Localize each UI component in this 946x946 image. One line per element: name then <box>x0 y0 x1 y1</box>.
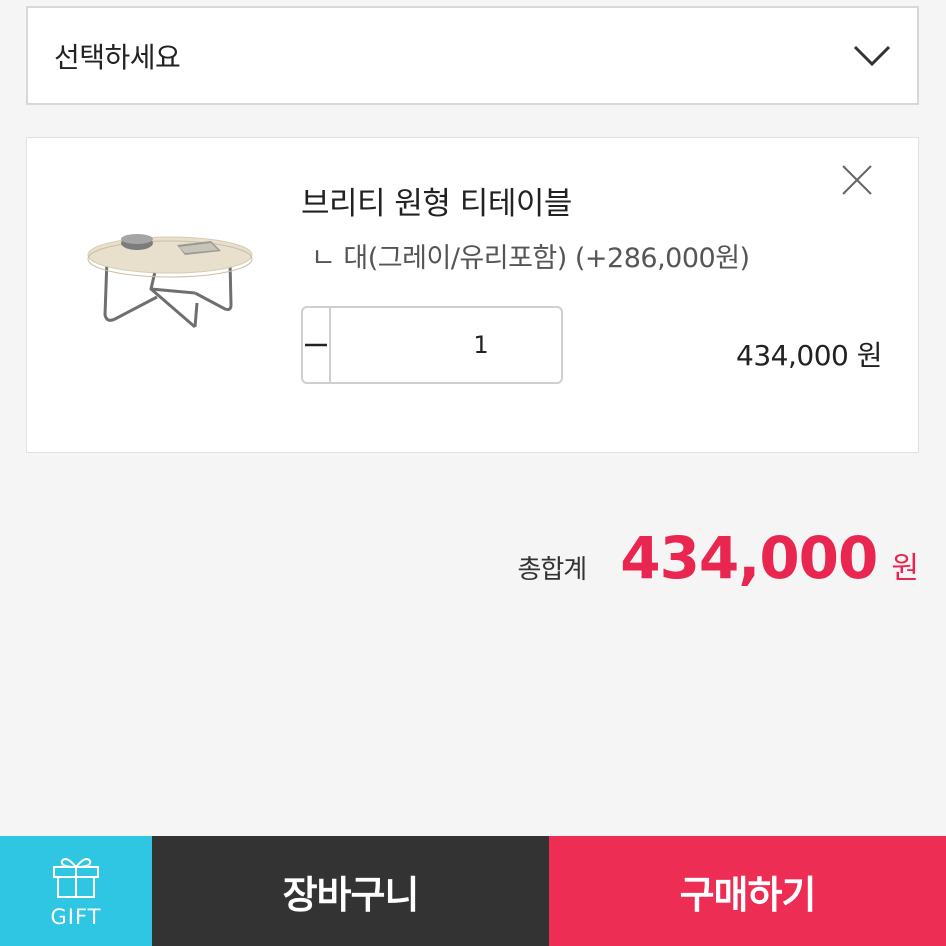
gift-icon <box>53 858 99 898</box>
add-to-cart-button[interactable]: 장바구니 <box>152 836 549 946</box>
minus-icon <box>305 343 327 347</box>
quantity-stepper <box>301 306 563 384</box>
close-icon <box>842 165 872 195</box>
buy-now-button[interactable]: 구매하기 <box>549 836 946 946</box>
item-price: 434,000 원 <box>736 339 882 372</box>
option-select-value: 선택하세요 <box>54 40 181 74</box>
product-option: ㄴ 대(그레이/유리포함) (+286,000원) <box>311 243 750 274</box>
product-name: 브리티 원형 티테이블 <box>301 186 572 222</box>
decrease-quantity-button[interactable] <box>303 308 331 382</box>
bottom-action-bar: GIFT 장바구니 구매하기 <box>0 836 946 946</box>
chevron-down-icon <box>853 45 891 67</box>
quantity-input[interactable] <box>331 308 561 382</box>
product-thumbnail <box>85 223 255 343</box>
order-total: 총합계 434,000 원 <box>517 524 919 592</box>
total-amount: 434,000 <box>620 524 878 592</box>
buy-button-label: 구매하기 <box>679 872 817 917</box>
total-label: 총합계 <box>517 555 587 585</box>
option-select[interactable]: 선택하세요 <box>26 6 919 105</box>
gift-label: GIFT <box>50 905 102 929</box>
selected-item-card: 브리티 원형 티테이블 ㄴ 대(그레이/유리포함) (+286,000원) 43… <box>26 137 919 453</box>
gift-button[interactable]: GIFT <box>0 836 152 946</box>
remove-item-button[interactable] <box>837 160 877 200</box>
cart-button-label: 장바구니 <box>282 872 420 917</box>
total-unit: 원 <box>891 551 919 586</box>
